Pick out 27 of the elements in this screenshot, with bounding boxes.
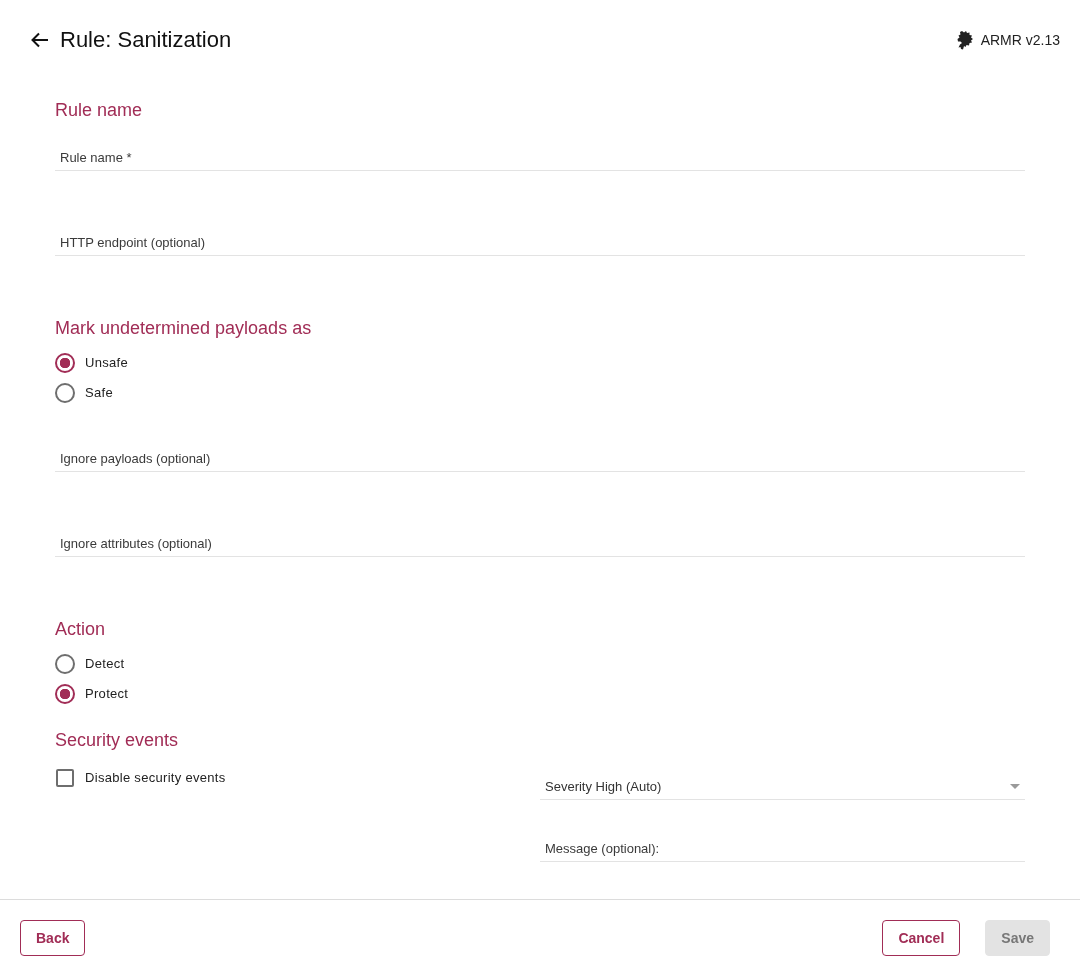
section-heading: Security events <box>55 729 180 752</box>
text-field[interactable]: Rule name * <box>55 145 1025 171</box>
footer-button[interactable]: Cancel <box>882 920 961 956</box>
radio-label: Unsafe <box>85 354 128 373</box>
radio-button[interactable] <box>55 383 75 403</box>
severity-select[interactable]: Severity High (Auto) <box>540 774 1025 800</box>
section-heading: Action <box>55 618 107 641</box>
section-heading: Rule name <box>55 99 144 122</box>
text-field[interactable]: Ignore attributes (optional) <box>55 531 1025 557</box>
radio-label: Protect <box>85 685 129 704</box>
radio-button[interactable] <box>55 654 75 674</box>
text-field[interactable]: HTTP endpoint (optional) <box>55 230 1025 256</box>
version-label: ARMR v2.13 <box>980 31 1060 49</box>
radio-label: Detect <box>85 655 125 674</box>
text-field[interactable]: Message (optional): <box>540 836 1025 862</box>
back-arrow-icon[interactable] <box>30 30 50 50</box>
radio-button[interactable] <box>55 684 75 704</box>
logo-icon <box>956 30 973 50</box>
checkbox[interactable] <box>56 769 74 787</box>
dropdown-caret-icon <box>1010 784 1020 789</box>
radio-label: Safe <box>85 384 113 403</box>
page-title: Rule: Sanitization <box>60 26 232 54</box>
checkbox-label: Disable security events <box>85 769 226 788</box>
section-heading: Mark undetermined payloads as <box>55 317 313 340</box>
footer-button[interactable]: Back <box>20 920 86 956</box>
radio-button[interactable] <box>55 353 75 373</box>
text-field[interactable]: Ignore payloads (optional) <box>55 446 1025 472</box>
